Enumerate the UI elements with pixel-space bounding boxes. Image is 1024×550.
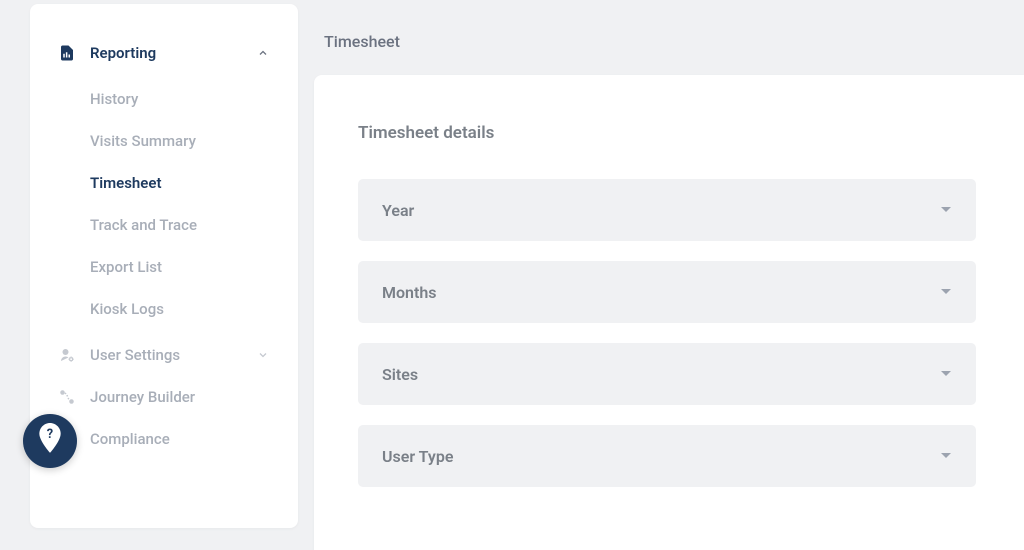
select-label: Months (382, 283, 437, 302)
user-type-select[interactable]: User Type (358, 425, 976, 487)
journey-icon (58, 388, 76, 406)
chart-file-icon (58, 44, 76, 62)
sidebar-item-timesheet[interactable]: Timesheet (30, 162, 298, 204)
chevron-down-icon (940, 368, 952, 380)
svg-text:?: ? (47, 427, 53, 442)
chevron-down-icon (940, 450, 952, 462)
timesheet-details-card: Timesheet details Year Months Sites (314, 75, 1024, 550)
sidebar-section-label: Compliance (90, 430, 270, 448)
card-title: Timesheet details (358, 123, 976, 143)
select-label: User Type (382, 447, 453, 466)
sidebar-section-user-settings[interactable]: User Settings (30, 334, 298, 376)
sidebar-item-history[interactable]: History (30, 78, 298, 120)
sidebar-item-export-list[interactable]: Export List (30, 246, 298, 288)
sidebar-section-label: User Settings (90, 346, 256, 364)
page-title: Timesheet (314, 4, 1024, 75)
sidebar-section-label: Reporting (90, 44, 256, 62)
select-label: Year (382, 201, 414, 220)
help-button[interactable]: ? (23, 414, 77, 468)
sidebar-item-visits-summary[interactable]: Visits Summary (30, 120, 298, 162)
chevron-up-icon (256, 46, 270, 60)
sites-select[interactable]: Sites (358, 343, 976, 405)
sidebar-subitems-reporting: History Visits Summary Timesheet Track a… (30, 74, 298, 334)
select-label: Sites (382, 365, 418, 384)
help-pin-icon: ? (37, 423, 63, 459)
sidebar-item-kiosk-logs[interactable]: Kiosk Logs (30, 288, 298, 330)
chevron-down-icon (256, 348, 270, 362)
sidebar-section-label: Journey Builder (90, 388, 270, 406)
sidebar-section-journey-builder[interactable]: Journey Builder (30, 376, 298, 418)
sidebar-section-reporting[interactable]: Reporting (30, 32, 298, 74)
main-content: Timesheet Timesheet details Year Months … (298, 4, 1024, 550)
year-select[interactable]: Year (358, 179, 976, 241)
chevron-down-icon (940, 286, 952, 298)
months-select[interactable]: Months (358, 261, 976, 323)
user-gear-icon (58, 346, 76, 364)
sidebar-item-track-and-trace[interactable]: Track and Trace (30, 204, 298, 246)
chevron-down-icon (940, 204, 952, 216)
